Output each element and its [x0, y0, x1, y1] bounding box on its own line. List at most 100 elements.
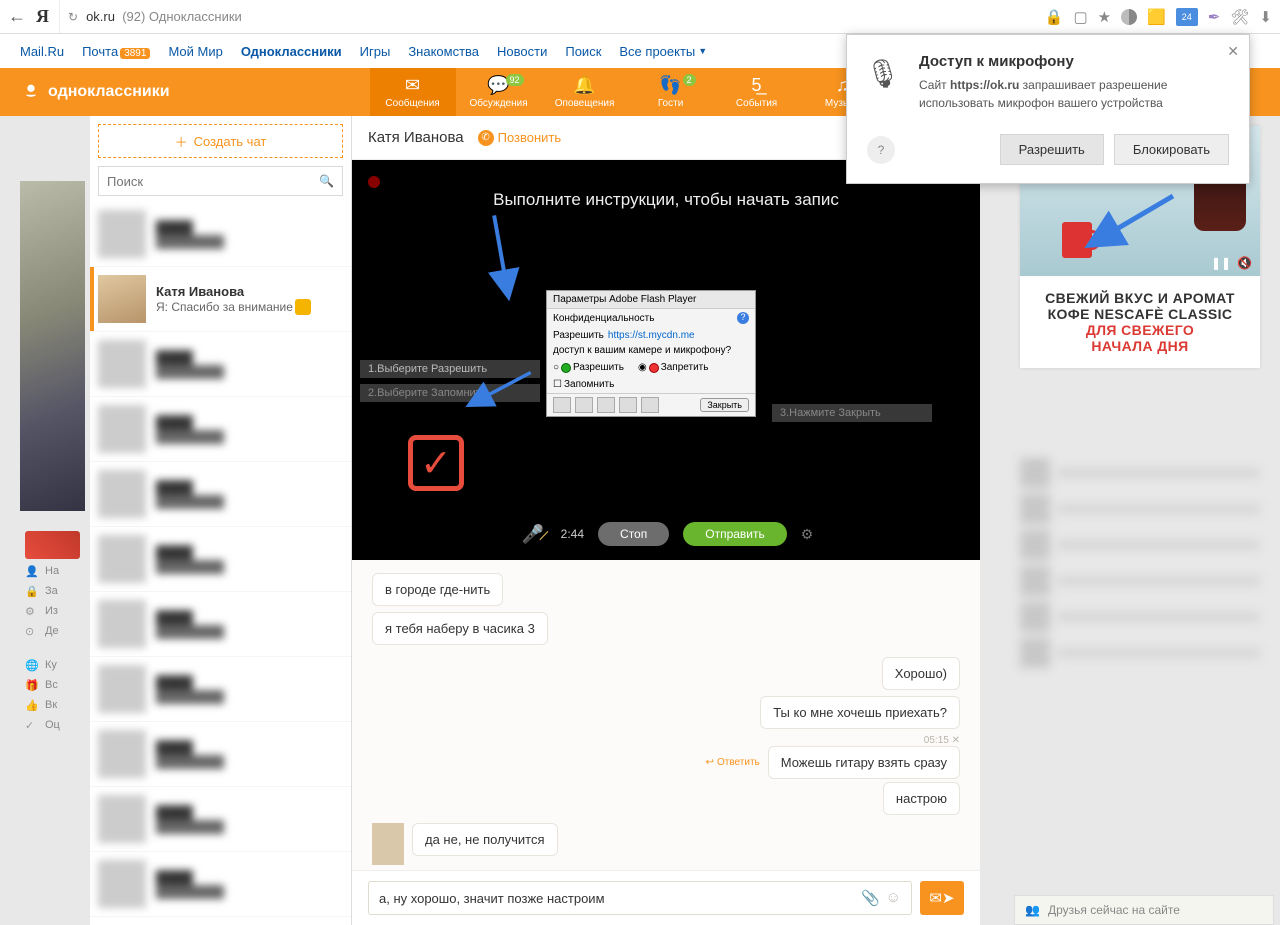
mic-icon[interactable] [619, 397, 637, 413]
plus-icon: ＋ [175, 132, 188, 151]
back-icon[interactable]: ← [8, 6, 26, 27]
arrow-icon [446, 204, 557, 315]
allow-button[interactable]: Разрешить [1000, 134, 1104, 165]
link-ok[interactable]: Одноклассники [241, 44, 342, 59]
chat-row[interactable]: ████████████ [90, 852, 351, 917]
like-icon: 👍 [25, 699, 39, 712]
link-projects[interactable]: Все проекты▼ [619, 44, 707, 59]
profile-photo[interactable] [20, 181, 85, 511]
block-button[interactable]: Блокировать [1114, 134, 1229, 165]
msg-outgoing: Можешь гитару взять сразу [768, 746, 960, 779]
rec-dot-icon [368, 176, 380, 188]
flash-allow-radio[interactable]: ○Разрешить [553, 362, 624, 373]
chat-row[interactable]: ████████████ [90, 722, 351, 787]
stop-button[interactable]: Стоп [598, 522, 669, 546]
right-blurred-list [1020, 458, 1260, 668]
nav-events[interactable]: 5̲События [714, 68, 800, 116]
ad-text: СВЕЖИЙ ВКУС И АРОМАТ КОФЕ NESCAFÈ CLASSI… [1020, 276, 1260, 368]
avatar[interactable] [372, 823, 404, 865]
chat-row[interactable]: ████████████ [90, 397, 351, 462]
globe-icon: 🌐 [25, 659, 39, 672]
link-mailru[interactable]: Mail.Ru [20, 44, 64, 59]
perm-text: Сайт https://ok.ru запрашивает разрешени… [919, 76, 1229, 112]
nav-guests[interactable]: 2👣Гости [628, 68, 714, 116]
footprints-icon: 👣 [659, 75, 681, 96]
record-time: 2:44 [561, 527, 584, 541]
orange-panel[interactable] [25, 531, 80, 559]
chat-row[interactable]: ████████████ [90, 592, 351, 657]
ok-logo[interactable]: одноклассники [20, 81, 170, 103]
gear-icon: ⚙ [25, 605, 39, 618]
reply-button[interactable]: ↩ Ответить [706, 757, 760, 768]
link-games[interactable]: Игры [360, 44, 391, 59]
arrow-icon [460, 347, 543, 423]
url-bar[interactable]: ↻ ok.ru (92) Одноклассники [59, 0, 1035, 33]
tableau-icon[interactable]: 🟨 [1147, 8, 1166, 26]
link-moimir[interactable]: Мой Мир [168, 44, 222, 59]
chat-search-input[interactable] [107, 174, 319, 189]
url-title: (92) Одноклассники [122, 9, 242, 24]
close-icon[interactable]: ✕ [1227, 43, 1239, 60]
quill-icon[interactable]: ✒ [1208, 8, 1221, 26]
help-icon[interactable]: ? [737, 312, 749, 324]
messages-area: в городе где-нить я тебя наберу в часика… [352, 560, 980, 870]
link-news[interactable]: Новости [497, 44, 547, 59]
nav-messages[interactable]: ✉Сообщения [370, 68, 456, 116]
friends-online-bar[interactable]: 👥Друзья сейчас на сайте [1014, 895, 1274, 925]
lock-icon: 🔒 [25, 585, 39, 598]
link-search[interactable]: Поиск [565, 44, 601, 59]
download-icon[interactable]: ⬇ [1259, 8, 1272, 26]
chat-row[interactable]: ████████████ [90, 527, 351, 592]
gear-icon[interactable]: ⚙ [801, 526, 814, 543]
webcam-icon[interactable] [641, 397, 659, 413]
msg-incoming: да не, не получится [372, 823, 558, 865]
chat-row[interactable]: ████████████ [90, 462, 351, 527]
mute-icon[interactable]: 🔇 [1237, 256, 1252, 270]
phone-icon: ✆ [478, 130, 494, 146]
link-pochta[interactable]: Почта3891 [82, 44, 150, 59]
chat-row-active[interactable]: Катя ИвановаЯ: Спасибо за внимание [90, 267, 351, 332]
chat-row[interactable]: ████████████ [90, 657, 351, 722]
nav-discussions[interactable]: 92💬Обсуждения [456, 68, 542, 116]
attach-icon[interactable]: 📎 [861, 889, 880, 907]
create-chat-button[interactable]: ＋Создать чат [98, 124, 343, 158]
record-panel: Выполните инструкции, чтобы начать запис… [352, 160, 980, 560]
monitor-icon[interactable] [553, 397, 571, 413]
send-button[interactable]: ✉➤ [920, 881, 964, 915]
cam-icon[interactable] [575, 397, 593, 413]
square-icon[interactable]: ▢ [1073, 8, 1087, 26]
pause-icon[interactable]: ❚❚ [1211, 256, 1231, 270]
message-input-row: а, ну хорошо, значит позже настроим📎☺ ✉➤ [352, 870, 980, 925]
msg-outgoing: настрою [883, 782, 960, 815]
right-column: it all starts with a NESCAFÉ ❚❚🔇 СВЕЖИЙ … [980, 116, 1280, 925]
gift-icon: 🎁 [25, 679, 39, 692]
chat-row[interactable]: ████████████ [90, 332, 351, 397]
chat-search[interactable]: 🔍 [98, 166, 343, 196]
mail-count-icon[interactable]: 24 [1176, 8, 1198, 26]
conversation: Катя Иванова ✆Позвонить 👥Добавить участ … [352, 116, 980, 925]
browser-icons: 🔒 ▢ ★ 🟨 24 ✒ 🛠 ⬇ [1045, 8, 1272, 26]
message-input[interactable]: а, ну хорошо, значит позже настроим📎☺ [368, 881, 912, 915]
mic-muted-icon[interactable]: 🎤̷ [519, 520, 547, 548]
lock-icon[interactable]: 🔒 [1045, 8, 1064, 26]
help-button[interactable]: ? [867, 136, 895, 164]
star-icon[interactable]: ★ [1098, 8, 1111, 26]
chat-row[interactable]: ████████████ [90, 202, 351, 267]
save-icon[interactable] [597, 397, 615, 413]
flash-remember-check[interactable]: ☐Запомнить [553, 379, 614, 390]
chat-row[interactable]: ████████████ [90, 787, 351, 852]
msg-incoming: я тебя наберу в часика 3 [372, 612, 548, 645]
left-column: 👤На 🔒За ⚙Из ⊙Де 🌐Ку 🎁Вс 👍Вк ✓Оц [0, 116, 90, 925]
pie-icon[interactable] [1121, 9, 1137, 25]
link-dating[interactable]: Знакомства [408, 44, 479, 59]
flash-close-button[interactable]: Закрыть [700, 398, 749, 412]
flash-deny-radio[interactable]: ◉Запретить [638, 362, 709, 373]
nav-notifications[interactable]: 🔔Оповещения [542, 68, 628, 116]
call-button[interactable]: ✆Позвонить [478, 130, 562, 146]
microphone-icon: 🎙 [865, 53, 899, 90]
send-record-button[interactable]: Отправить [683, 522, 787, 546]
emoji-icon[interactable]: ☺ [886, 889, 901, 907]
wrench-icon[interactable]: 🛠 [1230, 8, 1249, 26]
yandex-logo[interactable]: Я [36, 6, 49, 27]
reload-icon[interactable]: ↻ [68, 10, 78, 24]
